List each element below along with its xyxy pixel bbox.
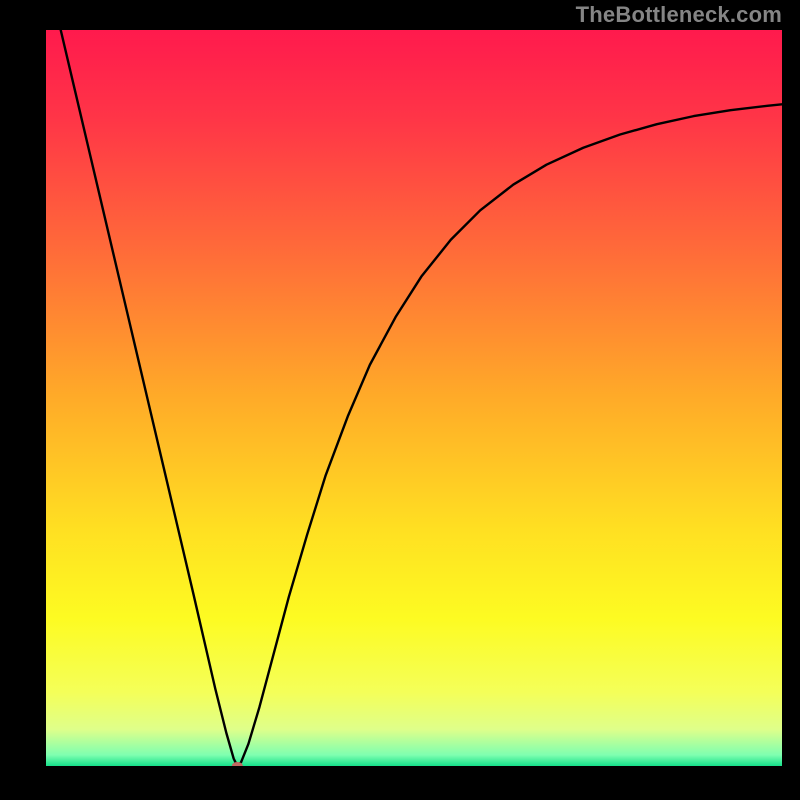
gradient-rect	[46, 30, 782, 766]
watermark-text: TheBottleneck.com	[576, 2, 782, 28]
bottleneck-chart	[46, 30, 782, 766]
chart-frame: TheBottleneck.com	[0, 0, 800, 800]
plot-area	[46, 30, 782, 766]
